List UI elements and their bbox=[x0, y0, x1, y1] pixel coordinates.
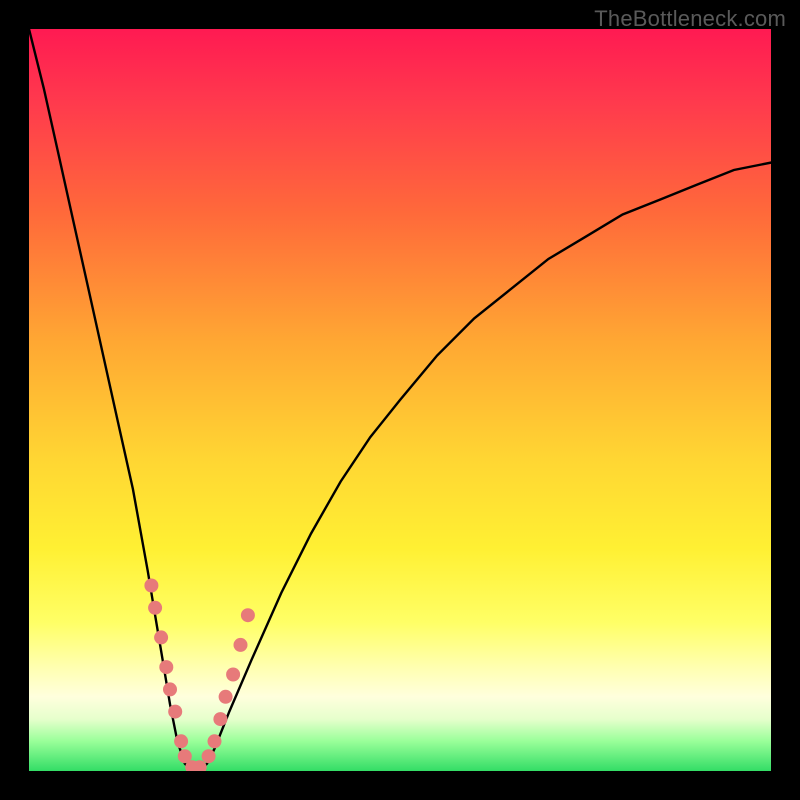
bottleneck-curve bbox=[29, 29, 771, 771]
sample-markers-group bbox=[144, 579, 255, 772]
sample-marker bbox=[208, 734, 222, 748]
sample-marker bbox=[163, 682, 177, 696]
sample-marker bbox=[174, 734, 188, 748]
plot-area bbox=[29, 29, 771, 771]
sample-marker bbox=[154, 630, 168, 644]
watermark-text: TheBottleneck.com bbox=[594, 6, 786, 32]
sample-marker bbox=[159, 660, 173, 674]
sample-marker bbox=[219, 690, 233, 704]
sample-marker bbox=[144, 579, 158, 593]
curve-layer bbox=[29, 29, 771, 771]
chart-frame: TheBottleneck.com bbox=[0, 0, 800, 800]
sample-marker bbox=[202, 749, 216, 763]
sample-marker bbox=[148, 601, 162, 615]
sample-marker bbox=[241, 608, 255, 622]
sample-marker bbox=[168, 705, 182, 719]
sample-marker bbox=[213, 712, 227, 726]
sample-marker bbox=[226, 668, 240, 682]
sample-marker bbox=[234, 638, 248, 652]
